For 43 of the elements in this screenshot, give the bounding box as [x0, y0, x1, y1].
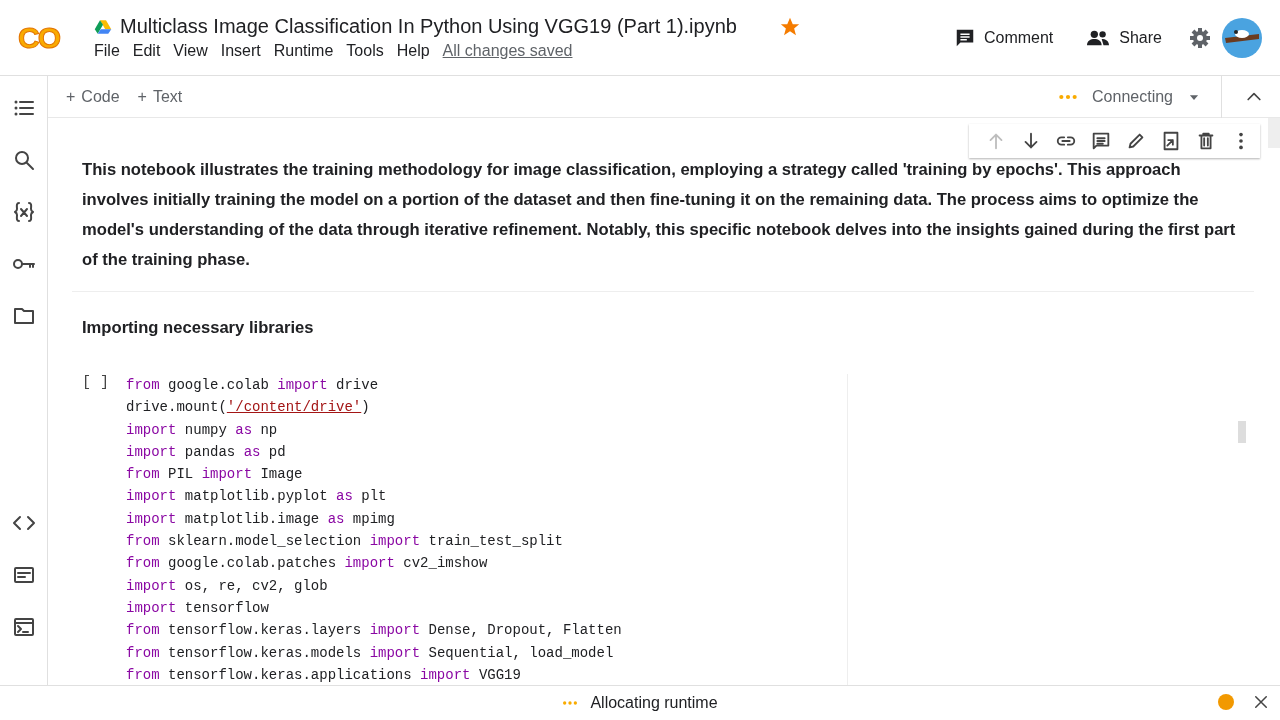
menu-item[interactable]: Help: [396, 42, 437, 60]
notebook-title[interactable]: Multiclass Image Classification In Python Using VGG19 (Part 1).ipynb: [120, 15, 737, 38]
code-line: from sklearn.model_selection import train_test_split: [126, 532, 564, 552]
code-line: from tensorflow.keras.applications import VGG19: [126, 665, 522, 685]
code-line: import matplotlib.image as mpimg: [126, 509, 396, 529]
code-line: from PIL import Image: [126, 465, 304, 485]
variables-icon[interactable]: [11, 200, 36, 224]
code-line: drive.mount('/content/drive'): [126, 398, 371, 418]
drive-icon: [94, 17, 112, 36]
code-line: import numpy as np: [126, 420, 279, 440]
runtime-status[interactable]: Connecting: [1092, 87, 1173, 106]
run-cell-button[interactable]: [ ]: [82, 374, 126, 685]
menu-item[interactable]: View: [173, 42, 215, 60]
code-line: import tensorflow: [126, 598, 270, 618]
menu-item[interactable]: File: [94, 42, 127, 60]
settings-icon[interactable]: [1188, 25, 1212, 50]
code-line: import pandas as pd: [126, 442, 287, 462]
add-cell-button[interactable]: + Text: [137, 87, 183, 106]
dots-icon: [1058, 92, 1079, 101]
avatar[interactable]: [1222, 17, 1262, 58]
status-dot-icon: [1218, 694, 1234, 710]
code-line: from tensorflow.keras.layers import Dense, Dropout, Flatten: [126, 621, 622, 641]
comment-icon[interactable]: [1090, 130, 1112, 152]
terminal-icon[interactable]: [11, 615, 36, 639]
section-heading: Importing necessary libraries: [81, 317, 315, 339]
code-line: import os, re, cv2, glob: [126, 576, 329, 596]
menu-item[interactable]: Insert: [220, 42, 268, 60]
close-icon[interactable]: [1252, 693, 1270, 711]
comment-button[interactable]: Comment: [947, 25, 1060, 50]
code-line: from google.colab import drive: [126, 376, 380, 395]
save-status-link[interactable]: All changes saved: [442, 42, 580, 60]
menu-item[interactable]: Tools: [346, 42, 391, 60]
dots-icon: [562, 700, 579, 706]
scroll-marker: [1238, 421, 1246, 443]
code-line: import matplotlib.pyplot as plt: [126, 487, 388, 507]
menu-item[interactable]: Edit: [132, 42, 168, 60]
code-line: from tensorflow.keras.models import Sequential, load_model: [126, 643, 615, 663]
code-line: from google.colab.patches import cv2_imshow: [126, 554, 489, 574]
add-cell-button[interactable]: + Code: [66, 87, 120, 106]
share-button[interactable]: Share: [1079, 25, 1168, 50]
menu-item[interactable]: Runtime: [273, 42, 341, 60]
text-cell-paragraph: This notebook illustrates the training methodology for image classification, employing a strategy called 'training by epochs'. This approach involves initially training the model on a portion of the dataset and then fine-tuning it on the remaining data. The process aims to optimize the model's understanding of the data through iterative refinement. Notably, this specific notebook delves into the insights gained during the first part of the training phase.: [82, 159, 1237, 271]
status-text: Allocating runtime: [590, 694, 718, 712]
